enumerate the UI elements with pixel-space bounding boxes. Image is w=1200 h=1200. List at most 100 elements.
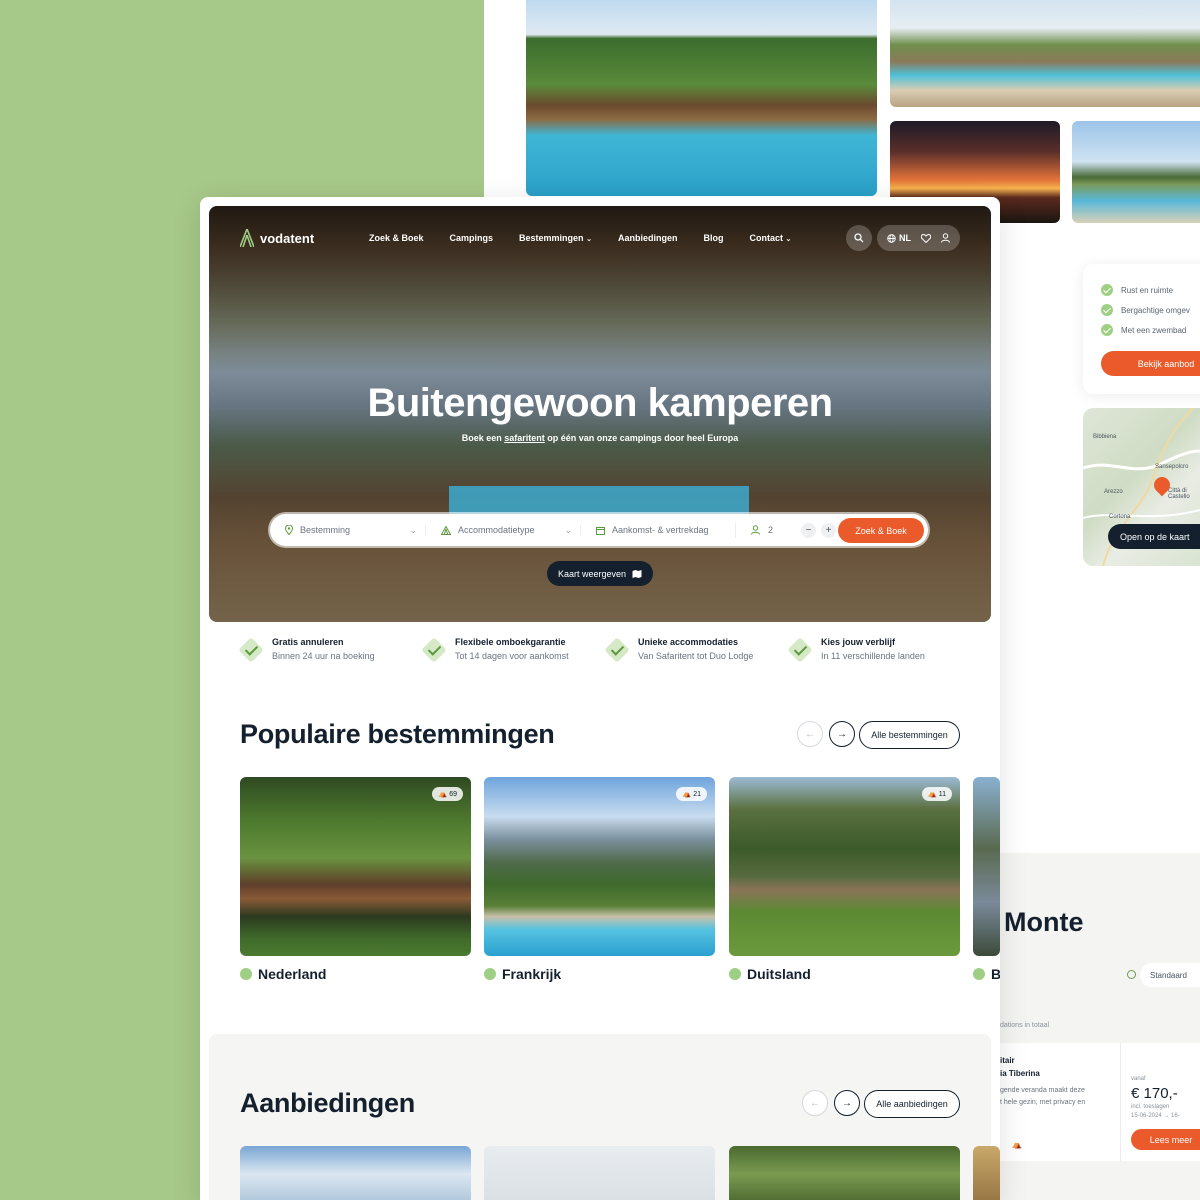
accommodation-type-field[interactable]: Accommodatietype ⌄ [425, 525, 580, 535]
destination-field[interactable]: Bestemming ⌄ [270, 525, 425, 535]
guests-icon [751, 525, 760, 535]
map-card[interactable]: Bibbiena Sansepolcro Arezzo Città di Cas… [1083, 408, 1200, 566]
accommodation-desc: t hele gezin, met privacy en [1000, 1099, 1086, 1106]
destination-name: Duitsland [747, 966, 811, 982]
search-submit-button[interactable]: Zoek & Boek [838, 518, 924, 543]
hero-subtitle: Boek een safaritent op één van onze camp… [461, 433, 739, 443]
search-icon [854, 233, 864, 243]
open-map-button[interactable]: Open op de kaart [1108, 524, 1200, 549]
fees-label: incl. toeslagen [1131, 1104, 1170, 1110]
location-dot-icon [729, 968, 741, 980]
detail-heading: Monte [1004, 907, 1084, 937]
offers-title: Aanbiedingen [240, 1088, 415, 1118]
logo-text: vodatent [260, 230, 315, 246]
destinations-next-button[interactable]: → [829, 721, 855, 747]
usp-item: Flexibele omboekgarantie Tot 14 dagen voo… [423, 637, 606, 661]
destination-image: ⛺ 69 [240, 777, 471, 956]
nav-item-bestemmingen[interactable]: Bestemmingen ⌄ [519, 233, 592, 243]
user-tools-pill: NL [877, 225, 960, 251]
accommodation-total: dations in totaal [1000, 1022, 1050, 1029]
destination-card-duitsland[interactable]: ⛺ 11 Duitsland [729, 777, 960, 982]
map-icon [632, 569, 642, 578]
nav-item-campings[interactable]: Campings [450, 233, 494, 243]
decrease-guests-button[interactable]: − [801, 522, 817, 538]
sort-select[interactable]: Standaard [1140, 963, 1200, 987]
view-offer-button[interactable]: Bekijk aanbod [1101, 351, 1200, 376]
check-icon [1101, 304, 1113, 316]
usp-bar: Gratis annuleren Binnen 24 uur na boeking… [240, 637, 980, 661]
increase-guests-button[interactable]: + [821, 522, 837, 538]
destination-card-partial[interactable]: B [973, 777, 1000, 982]
globe-icon [887, 233, 896, 243]
chevron-down-icon: ⌄ [586, 236, 592, 243]
language-selector[interactable]: NL [887, 233, 911, 243]
campsite-count-badge: ⛺ 21 [676, 787, 707, 801]
location-dot-icon [240, 968, 252, 980]
destinations-title: Populaire bestemmingen [240, 719, 555, 749]
usp-item: Kies jouw verblijf In 11 verschillende la… [789, 637, 972, 661]
accommodation-subtitle: ia Tiberina [1000, 1069, 1040, 1078]
tent-icon: ⛺ [438, 791, 448, 798]
location-pin-icon [285, 525, 293, 535]
tent-icon [441, 525, 451, 535]
all-destinations-button[interactable]: Alle bestemmingen [859, 721, 960, 749]
hero-title: Buitengewoon kamperen [367, 381, 833, 425]
offers-prev-button[interactable]: ← [802, 1090, 828, 1116]
offer-card-image[interactable] [484, 1146, 715, 1200]
read-more-button[interactable]: Lees meer [1131, 1129, 1200, 1150]
map-place-label: Cortona [1109, 514, 1131, 520]
show-map-button[interactable]: Kaart weergeven [547, 561, 653, 586]
campsite-pool-photo [526, 0, 877, 196]
price-from-label: vanaf [1131, 1076, 1146, 1082]
logo[interactable]: vodatent [240, 229, 369, 247]
main-menu: Zoek & Boek Campings Bestemmingen ⌄ Aanb… [369, 233, 817, 243]
tent-icon: ⛺ [1012, 1140, 1022, 1149]
tent-icon: ⛺ [682, 791, 692, 798]
offers-next-button[interactable]: → [834, 1090, 860, 1116]
check-icon [1101, 324, 1113, 336]
campsite-count-badge: ⛺ 11 [922, 787, 952, 801]
chevron-down-icon: ⌄ [564, 524, 572, 535]
destination-card-nederland[interactable]: ⛺ 69 Nederland [240, 777, 471, 982]
check-icon [1101, 284, 1113, 296]
nav-item-aanbiedingen[interactable]: Aanbiedingen [618, 233, 678, 243]
offer-card-image[interactable] [729, 1146, 960, 1200]
date-range: 15-06-2024 → 16- [1131, 1113, 1180, 1119]
destination-name: Frankrijk [502, 966, 562, 982]
price: € 170,- [1131, 1085, 1178, 1102]
dates-field[interactable]: Aankomst- & vertrekdag [580, 525, 735, 535]
destination-name: Nederland [258, 966, 327, 982]
campsite-count-badge: ⛺ 69 [432, 787, 463, 801]
search-button[interactable] [846, 225, 872, 251]
tent-logo-icon [240, 229, 254, 247]
tent-icon: ⛺ [928, 791, 937, 798]
nav-item-zoek-boek[interactable]: Zoek & Boek [369, 233, 424, 243]
safaritent-link[interactable]: safaritent [504, 433, 545, 443]
main-browser-window: vodatent Zoek & Boek Campings Bestemming… [200, 197, 1000, 1200]
user-icon[interactable] [941, 233, 950, 243]
hero-pool [449, 486, 749, 516]
nav-item-blog[interactable]: Blog [703, 233, 723, 243]
offer-card-image[interactable] [973, 1146, 1000, 1200]
map-place-label: Arezzo [1104, 489, 1123, 495]
guests-count: 2 [768, 525, 774, 535]
all-offers-button[interactable]: Alle aanbiedingen [864, 1090, 960, 1118]
check-badge-icon [240, 639, 262, 661]
check-badge-icon [423, 639, 445, 661]
offer-features-card: Rust en ruimte Bergachtige omgev Met een… [1083, 264, 1200, 394]
accommodation-card[interactable]: itair ia Tiberina gende veranda maakt de… [1000, 1043, 1200, 1161]
heart-icon[interactable] [921, 233, 931, 243]
nav-item-contact[interactable]: Contact ⌄ [749, 233, 791, 243]
search-bar: Bestemming ⌄ Accommodatietype ⌄ Aankomst… [270, 514, 928, 546]
tree-pool-photo [1072, 121, 1200, 223]
check-badge-icon [606, 639, 628, 661]
destination-image: ⛺ 21 [484, 777, 715, 956]
destinations-prev-button[interactable]: ← [797, 721, 823, 747]
offer-card-image[interactable] [240, 1146, 471, 1200]
feature-item: Bergachtige omgev [1101, 300, 1200, 320]
info-icon [1127, 970, 1136, 979]
map-place-label: Città di Castello [1168, 488, 1190, 500]
feature-item: Rust en ruimte [1101, 280, 1200, 300]
feature-item: Met een zwembad [1101, 320, 1200, 340]
destination-card-frankrijk[interactable]: ⛺ 21 Frankrijk [484, 777, 715, 982]
